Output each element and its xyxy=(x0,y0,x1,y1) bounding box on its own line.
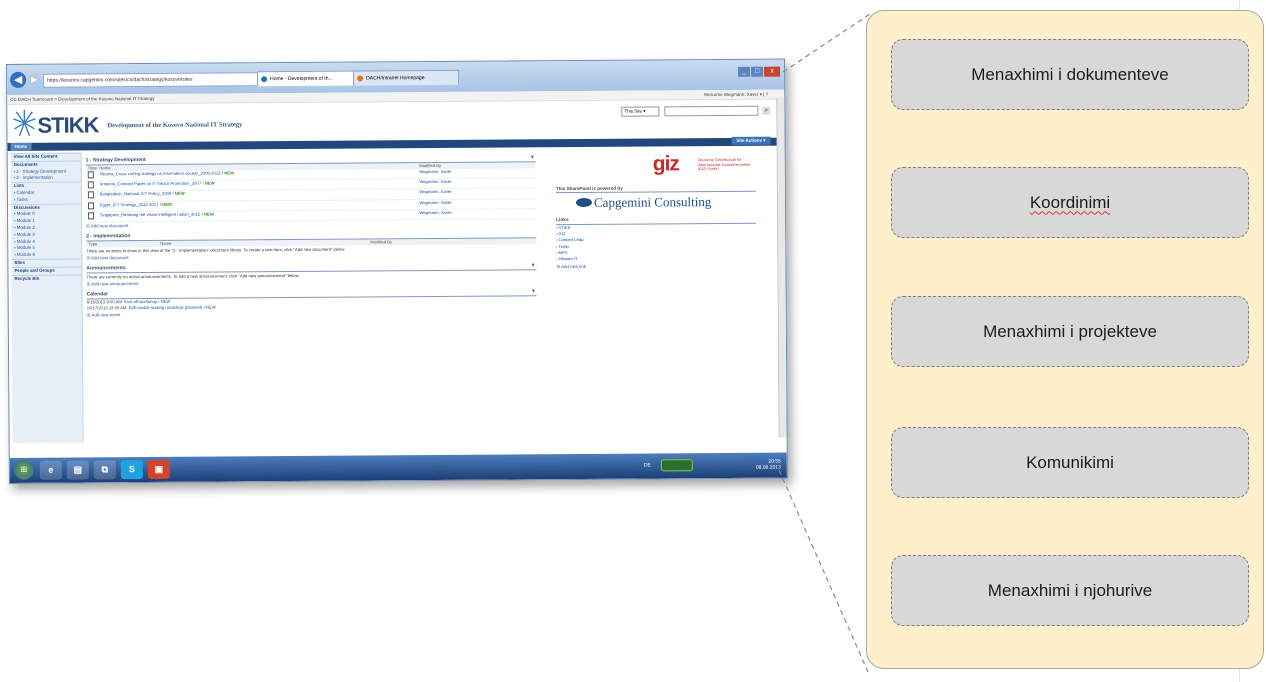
area-label: Menaxhimi i dokumenteve xyxy=(971,64,1169,84)
connector-bottom xyxy=(778,469,869,673)
area-project-management[interactable]: Menaxhimi i projekteve xyxy=(891,296,1249,367)
area-knowledge-management[interactable]: Menaxhimi i njohurive xyxy=(891,555,1249,626)
area-document-management[interactable]: Menaxhimi i dokumenteve xyxy=(891,39,1249,110)
area-coordination[interactable]: Koordinimi xyxy=(891,167,1249,238)
area-label: Koordinimi xyxy=(1029,192,1111,212)
area-communication[interactable]: Komunikimi xyxy=(891,427,1249,498)
connector-top xyxy=(782,13,871,73)
area-label: Komunikimi xyxy=(1026,452,1114,472)
area-label: Menaxhimi i projekteve xyxy=(983,321,1157,341)
area-label: Menaxhimi i njohurive xyxy=(987,580,1153,600)
